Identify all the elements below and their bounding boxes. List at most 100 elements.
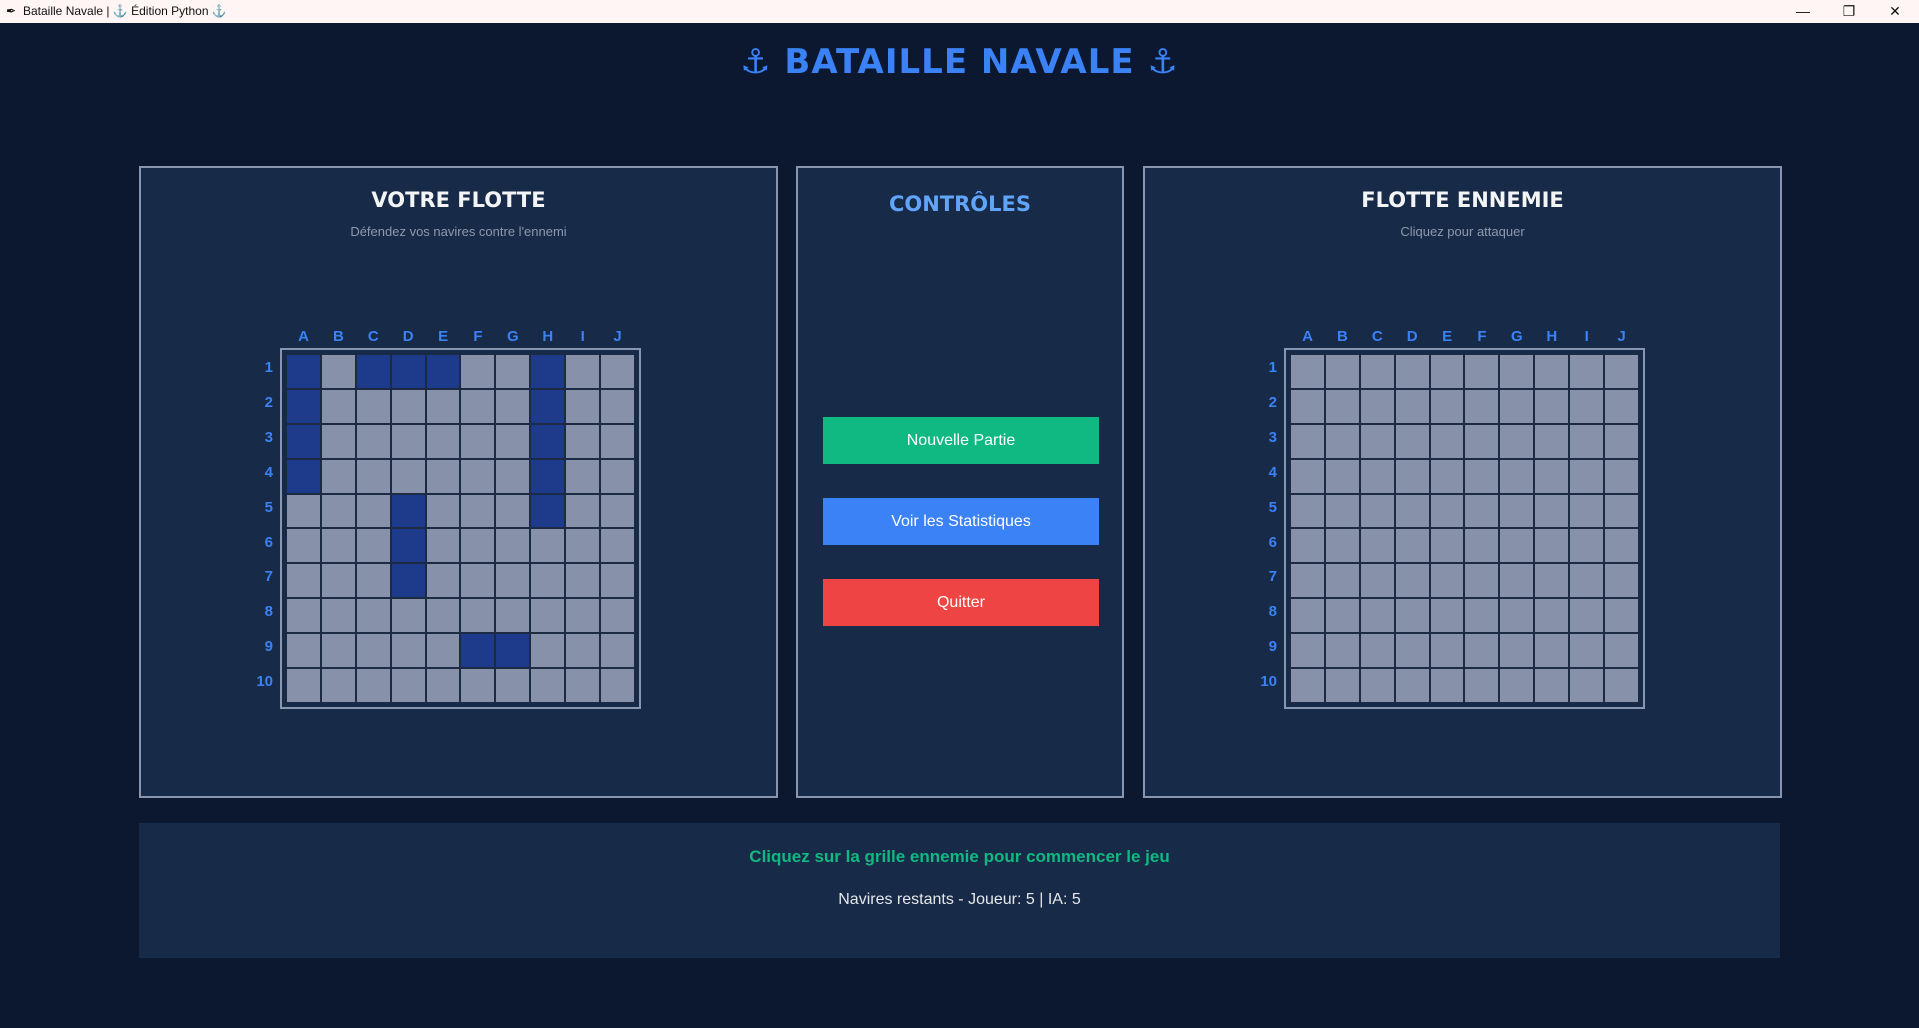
enemy-water-cell[interactable] <box>1569 563 1605 599</box>
enemy-water-cell[interactable] <box>1324 598 1360 634</box>
enemy-water-cell[interactable] <box>1534 528 1570 564</box>
enemy-water-cell[interactable] <box>1429 458 1465 494</box>
enemy-water-cell[interactable] <box>1569 598 1605 634</box>
enemy-water-cell[interactable] <box>1324 668 1360 703</box>
enemy-water-cell[interactable] <box>1499 458 1535 494</box>
enemy-water-cell[interactable] <box>1534 598 1570 634</box>
enemy-water-cell[interactable] <box>1464 458 1500 494</box>
enemy-water-cell[interactable] <box>1394 598 1430 634</box>
enemy-water-cell[interactable] <box>1569 493 1605 529</box>
enemy-water-cell[interactable] <box>1569 633 1605 669</box>
enemy-water-cell[interactable] <box>1534 354 1570 389</box>
enemy-water-cell[interactable] <box>1290 388 1325 424</box>
enemy-water-cell[interactable] <box>1290 493 1325 529</box>
enemy-water-cell[interactable] <box>1429 563 1465 599</box>
enemy-water-cell[interactable] <box>1324 493 1360 529</box>
enemy-water-cell[interactable] <box>1359 493 1395 529</box>
enemy-water-cell[interactable] <box>1290 354 1325 389</box>
enemy-water-cell[interactable] <box>1499 388 1535 424</box>
enemy-water-cell[interactable] <box>1359 598 1395 634</box>
enemy-water-cell[interactable] <box>1534 423 1570 459</box>
enemy-water-cell[interactable] <box>1324 458 1360 494</box>
enemy-water-cell[interactable] <box>1569 528 1605 564</box>
enemy-water-cell[interactable] <box>1604 563 1639 599</box>
enemy-water-cell[interactable] <box>1604 493 1639 529</box>
enemy-water-cell[interactable] <box>1464 668 1500 703</box>
enemy-water-cell[interactable] <box>1290 458 1325 494</box>
enemy-water-cell[interactable] <box>1429 423 1465 459</box>
enemy-water-cell[interactable] <box>1359 633 1395 669</box>
enemy-water-cell[interactable] <box>1394 458 1430 494</box>
enemy-water-cell[interactable] <box>1604 423 1639 459</box>
enemy-water-cell[interactable] <box>1324 528 1360 564</box>
enemy-water-cell[interactable] <box>1604 598 1639 634</box>
enemy-water-cell[interactable] <box>1359 563 1395 599</box>
enemy-water-cell[interactable] <box>1534 388 1570 424</box>
statistics-button[interactable]: Voir les Statistiques <box>823 498 1099 545</box>
enemy-water-cell[interactable] <box>1290 598 1325 634</box>
enemy-water-cell[interactable] <box>1429 388 1465 424</box>
enemy-water-cell[interactable] <box>1359 388 1395 424</box>
enemy-water-cell[interactable] <box>1499 423 1535 459</box>
enemy-water-cell[interactable] <box>1429 493 1465 529</box>
quit-button[interactable]: Quitter <box>823 579 1099 626</box>
enemy-water-cell[interactable] <box>1499 528 1535 564</box>
enemy-water-cell[interactable] <box>1604 633 1639 669</box>
enemy-water-cell[interactable] <box>1569 423 1605 459</box>
enemy-water-cell[interactable] <box>1569 388 1605 424</box>
enemy-water-cell[interactable] <box>1359 528 1395 564</box>
new-game-button[interactable]: Nouvelle Partie <box>823 417 1099 464</box>
enemy-water-cell[interactable] <box>1324 633 1360 669</box>
enemy-water-cell[interactable] <box>1499 354 1535 389</box>
enemy-water-cell[interactable] <box>1359 354 1395 389</box>
enemy-water-cell[interactable] <box>1394 388 1430 424</box>
enemy-water-cell[interactable] <box>1324 354 1360 389</box>
enemy-water-cell[interactable] <box>1464 423 1500 459</box>
enemy-water-cell[interactable] <box>1499 598 1535 634</box>
enemy-water-cell[interactable] <box>1464 388 1500 424</box>
enemy-water-cell[interactable] <box>1569 668 1605 703</box>
enemy-water-cell[interactable] <box>1290 563 1325 599</box>
enemy-water-cell[interactable] <box>1604 668 1639 703</box>
enemy-water-cell[interactable] <box>1324 388 1360 424</box>
enemy-water-cell[interactable] <box>1499 493 1535 529</box>
enemy-water-cell[interactable] <box>1394 493 1430 529</box>
enemy-water-cell[interactable] <box>1464 493 1500 529</box>
enemy-water-cell[interactable] <box>1394 423 1430 459</box>
enemy-water-cell[interactable] <box>1534 633 1570 669</box>
enemy-water-cell[interactable] <box>1394 668 1430 703</box>
enemy-water-cell[interactable] <box>1534 458 1570 494</box>
enemy-water-cell[interactable] <box>1499 633 1535 669</box>
enemy-water-cell[interactable] <box>1464 563 1500 599</box>
enemy-water-cell[interactable] <box>1394 354 1430 389</box>
enemy-water-cell[interactable] <box>1534 563 1570 599</box>
enemy-water-cell[interactable] <box>1359 423 1395 459</box>
enemy-water-cell[interactable] <box>1534 668 1570 703</box>
enemy-water-cell[interactable] <box>1429 598 1465 634</box>
enemy-water-cell[interactable] <box>1604 388 1639 424</box>
enemy-water-cell[interactable] <box>1429 528 1465 564</box>
maximize-button[interactable]: ❐ <box>1826 0 1872 23</box>
enemy-water-cell[interactable] <box>1464 354 1500 389</box>
enemy-water-cell[interactable] <box>1429 354 1465 389</box>
enemy-water-cell[interactable] <box>1359 458 1395 494</box>
enemy-water-cell[interactable] <box>1394 528 1430 564</box>
enemy-water-cell[interactable] <box>1604 354 1639 389</box>
close-button[interactable]: ✕ <box>1872 0 1918 23</box>
enemy-water-cell[interactable] <box>1290 668 1325 703</box>
enemy-water-cell[interactable] <box>1324 423 1360 459</box>
enemy-water-cell[interactable] <box>1569 354 1605 389</box>
enemy-water-cell[interactable] <box>1394 633 1430 669</box>
enemy-water-cell[interactable] <box>1569 458 1605 494</box>
enemy-water-cell[interactable] <box>1359 668 1395 703</box>
enemy-water-cell[interactable] <box>1499 563 1535 599</box>
enemy-water-cell[interactable] <box>1604 458 1639 494</box>
enemy-water-cell[interactable] <box>1429 633 1465 669</box>
enemy-water-cell[interactable] <box>1534 493 1570 529</box>
enemy-water-cell[interactable] <box>1290 528 1325 564</box>
enemy-water-cell[interactable] <box>1324 563 1360 599</box>
enemy-water-cell[interactable] <box>1394 563 1430 599</box>
enemy-water-cell[interactable] <box>1290 423 1325 459</box>
enemy-water-cell[interactable] <box>1464 528 1500 564</box>
enemy-water-cell[interactable] <box>1499 668 1535 703</box>
